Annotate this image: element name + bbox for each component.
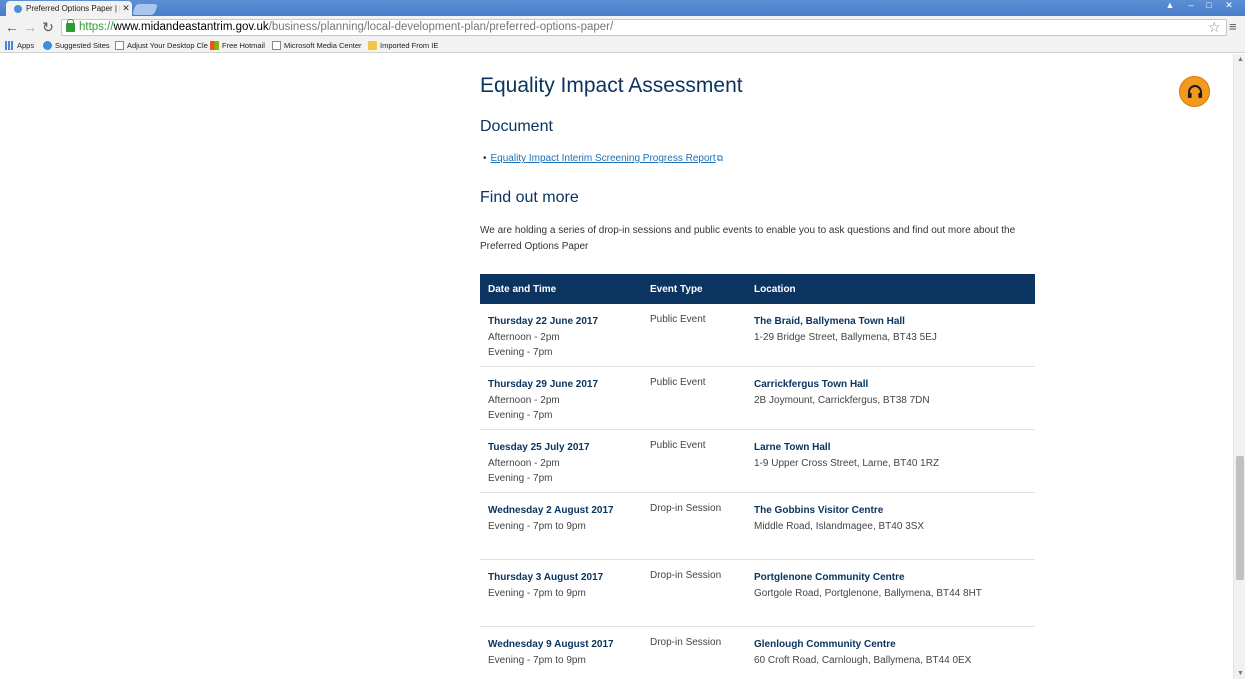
bookmark-imported-from-ie[interactable]: Imported From IE [368, 41, 438, 50]
bookmark-star-icon[interactable]: ☆ [1208, 19, 1221, 36]
url-path: /business/planning/local-development-pla… [268, 21, 614, 33]
venue-name: The Gobbins Visitor Centre [754, 505, 884, 516]
venue-address: Gortgole Road, Portglenone, Ballymena, B… [754, 587, 982, 599]
table-row: Thursday 3 August 2017 Evening - 7pm to 9… [480, 560, 1035, 627]
browser-titlebar: Preferred Options Paper | M ✕ ▲ – □ ✕ [0, 0, 1245, 16]
url-scheme: https:// [79, 21, 114, 33]
event-time: Evening - 7pm [488, 347, 553, 358]
event-time: Evening - 7pm to 9pm [488, 520, 586, 532]
maximize-window-icon[interactable]: □ [1200, 0, 1218, 11]
venue-name: The Braid, Ballymena Town Hall [754, 316, 905, 327]
scroll-down-arrow-icon[interactable]: ▼ [1237, 670, 1244, 677]
event-type: Public Event [650, 440, 706, 451]
forward-arrow-icon[interactable]: → [22, 19, 38, 35]
header-location: Location [754, 284, 796, 295]
secure-lock-icon [66, 19, 75, 32]
microsoft-icon [210, 41, 219, 50]
document-list-item: • Equality Impact Interim Screening Progr… [483, 153, 723, 164]
apps-icon [5, 41, 14, 50]
intro-paragraph: We are holding a series of drop-in sessi… [480, 225, 1016, 252]
table-row: Thursday 29 June 2017 Afternoon - 2pm Even… [480, 367, 1035, 430]
folder-icon [368, 41, 377, 50]
find-out-more-heading: Find out more [480, 189, 579, 206]
scrollbar-thumb[interactable] [1236, 456, 1244, 580]
event-time: Evening - 7pm to 9pm [488, 587, 586, 599]
bookmark-apps[interactable]: Apps [5, 41, 34, 50]
new-tab-button[interactable] [131, 4, 159, 15]
bookmark-adjust-desktop[interactable]: Adjust Your Desktop Cle [115, 41, 208, 50]
headphones-icon [1187, 84, 1202, 98]
bookmark-free-hotmail[interactable]: Free Hotmail [210, 41, 265, 50]
event-date: Wednesday 2 August 2017 [488, 505, 614, 516]
reload-icon[interactable]: ↻ [40, 19, 56, 35]
bookmark-media-center[interactable]: Microsoft Media Center [272, 41, 362, 50]
event-date: Wednesday 9 August 2017 [488, 639, 614, 650]
address-bar[interactable]: https://www.midandeastantrim.gov.uk/busi… [61, 19, 1227, 36]
table-header: Date and Time Event Type Location [480, 274, 1035, 304]
event-type: Public Event [650, 377, 706, 388]
url-host: www.midandeastantrim.gov.uk [113, 21, 269, 33]
table-row: Wednesday 2 August 2017 Evening - 7pm to … [480, 493, 1035, 560]
equality-report-link[interactable]: Equality Impact Interim Screening Progre… [491, 153, 716, 164]
event-date: Thursday 29 June 2017 [488, 379, 599, 390]
minimize-window-icon[interactable]: – [1182, 0, 1200, 11]
user-profile-icon[interactable]: ▲ [1161, 0, 1179, 11]
venue-address: Middle Road, Islandmagee, BT40 3SX [754, 520, 925, 532]
bullet: • [483, 153, 487, 164]
browser-tab[interactable]: Preferred Options Paper | M ✕ [6, 1, 132, 16]
event-time: Evening - 7pm [488, 410, 553, 421]
venue-name: Glenlough Community Centre [754, 639, 896, 650]
event-date: Tuesday 25 July 2017 [488, 442, 590, 453]
event-time: Afternoon - 2pm [488, 331, 560, 343]
venue-name: Carrickfergus Town Hall [754, 379, 869, 390]
tab-close-icon[interactable]: ✕ [120, 3, 132, 14]
tab-title: Preferred Options Paper | M [26, 4, 120, 13]
events-table: Date and Time Event Type Location Thursd… [480, 274, 1035, 679]
page-scrollbar[interactable]: ▲ ▼ [1233, 54, 1245, 679]
event-date: Thursday 3 August 2017 [488, 572, 604, 583]
back-arrow-icon[interactable]: ← [4, 19, 20, 35]
ie-icon [43, 41, 52, 50]
venue-name: Portglenone Community Centre [754, 572, 905, 583]
event-type: Drop-in Session [650, 637, 722, 648]
venue-address: 1-29 Bridge Street, Ballymena, BT43 5EJ [754, 331, 937, 343]
event-time: Afternoon - 2pm [488, 394, 560, 406]
header-event-type: Event Type [650, 284, 703, 295]
event-time: Evening - 7pm to 9pm [488, 654, 586, 666]
page-icon [115, 41, 124, 50]
accessibility-assist-button[interactable] [1179, 76, 1210, 107]
browser-menu-icon[interactable]: ≡ [1229, 19, 1237, 34]
venue-address: 1-9 Upper Cross Street, Larne, BT40 1RZ [754, 457, 940, 469]
document-heading: Document [480, 118, 553, 135]
site-favicon-icon [14, 4, 22, 13]
bookmarks-bar: Apps Suggested Sites Adjust Your Desktop… [0, 38, 1245, 53]
event-time: Evening - 7pm [488, 473, 553, 484]
event-type: Public Event [650, 314, 706, 325]
event-type: Drop-in Session [650, 570, 722, 581]
bookmark-suggested-sites[interactable]: Suggested Sites [43, 41, 110, 50]
header-date-time: Date and Time [488, 284, 557, 295]
page-viewport: Equality Impact Assessment Document • Equ… [0, 54, 1233, 679]
table-row: Tuesday 25 July 2017 Afternoon - 2pm Eveni… [480, 430, 1035, 493]
scroll-up-arrow-icon[interactable]: ▲ [1237, 56, 1244, 63]
event-time: Afternoon - 2pm [488, 457, 560, 469]
event-type: Drop-in Session [650, 503, 722, 514]
event-date: Thursday 22 June 2017 [488, 316, 599, 327]
venue-address: 60 Croft Road, Carnlough, Ballymena, BT4… [754, 654, 972, 666]
venue-address: 2B Joymount, Carrickfergus, BT38 7DN [754, 394, 930, 406]
venue-name: Larne Town Hall [754, 442, 831, 453]
table-row: Thursday 22 June 2017 Afternoon - 2pm Even… [480, 304, 1035, 367]
close-window-icon[interactable]: ✕ [1218, 0, 1240, 11]
external-link-icon: ⧉ [716, 153, 724, 163]
page-icon [272, 41, 281, 50]
table-row: Wednesday 9 August 2017 Evening - 7pm to … [480, 627, 1035, 679]
page-title: Equality Impact Assessment [480, 74, 743, 97]
